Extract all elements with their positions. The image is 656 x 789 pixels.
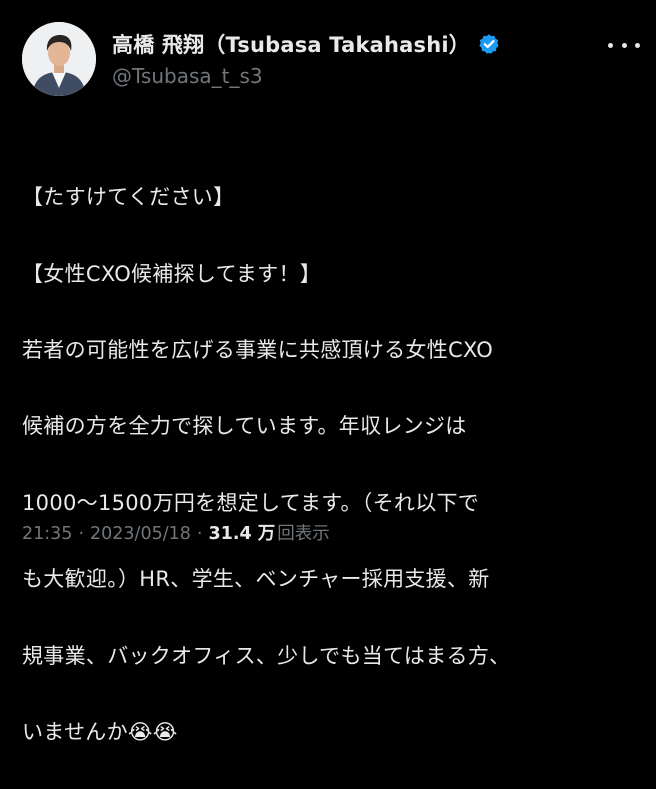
tweet-text: 【たすけてください】 【女性CXO候補探してます！】 若者の可能性を広げる事業に… bbox=[22, 140, 642, 789]
tweet-meta: 21:35 · 2023/05/18 · 31.4 万 回表示 bbox=[22, 520, 330, 545]
author-display-name[interactable]: 高橋 飛翔（Tsubasa Takahashi） bbox=[112, 29, 470, 59]
views-label: 回表示 bbox=[277, 524, 330, 544]
meta-separator: · bbox=[78, 524, 85, 544]
tweet-text-line: 候補の方を全力で探しています。年収レンジは bbox=[22, 414, 467, 439]
tweet-text-line: も大歓迎。）HR、学生、ベンチャー採用支援、新 bbox=[22, 567, 490, 592]
tweet-date[interactable]: 2023/05/18 bbox=[90, 524, 191, 544]
tweet-text-line: いませんか😭😭 bbox=[22, 720, 178, 745]
tweet-text-line: 1000～1500万円を想定してます。（それ以下で bbox=[22, 490, 480, 515]
views-count[interactable]: 31.4 万 bbox=[208, 520, 275, 545]
meta-separator: · bbox=[196, 524, 203, 544]
tweet: 高橋 飛翔（Tsubasa Takahashi） @Tsubasa_t_s3 【… bbox=[0, 0, 656, 744]
tweet-text-line: 若者の可能性を広げる事業に共感頂ける女性CXO bbox=[22, 338, 494, 363]
avatar[interactable] bbox=[22, 22, 96, 96]
more-dots-icon bbox=[608, 42, 613, 48]
tweet-text-line: 【女性CXO候補探してます！】 bbox=[22, 261, 322, 286]
author-name-row: 高橋 飛翔（Tsubasa Takahashi） bbox=[112, 28, 572, 60]
more-dots-icon bbox=[635, 42, 640, 48]
tweet-text-line: 【たすけてください】 bbox=[22, 185, 235, 210]
tweet-text-line: 規事業、バックオフィス、少しでも当てはまる方、 bbox=[22, 643, 511, 668]
author-handle[interactable]: @Tsubasa_t_s3 bbox=[112, 64, 572, 88]
tweet-header: 高橋 飛翔（Tsubasa Takahashi） @Tsubasa_t_s3 bbox=[112, 28, 572, 88]
tweet-time[interactable]: 21:35 bbox=[22, 524, 72, 544]
more-options-button[interactable] bbox=[608, 34, 640, 56]
more-dots-icon bbox=[621, 42, 627, 48]
verified-badge-icon bbox=[478, 33, 500, 55]
